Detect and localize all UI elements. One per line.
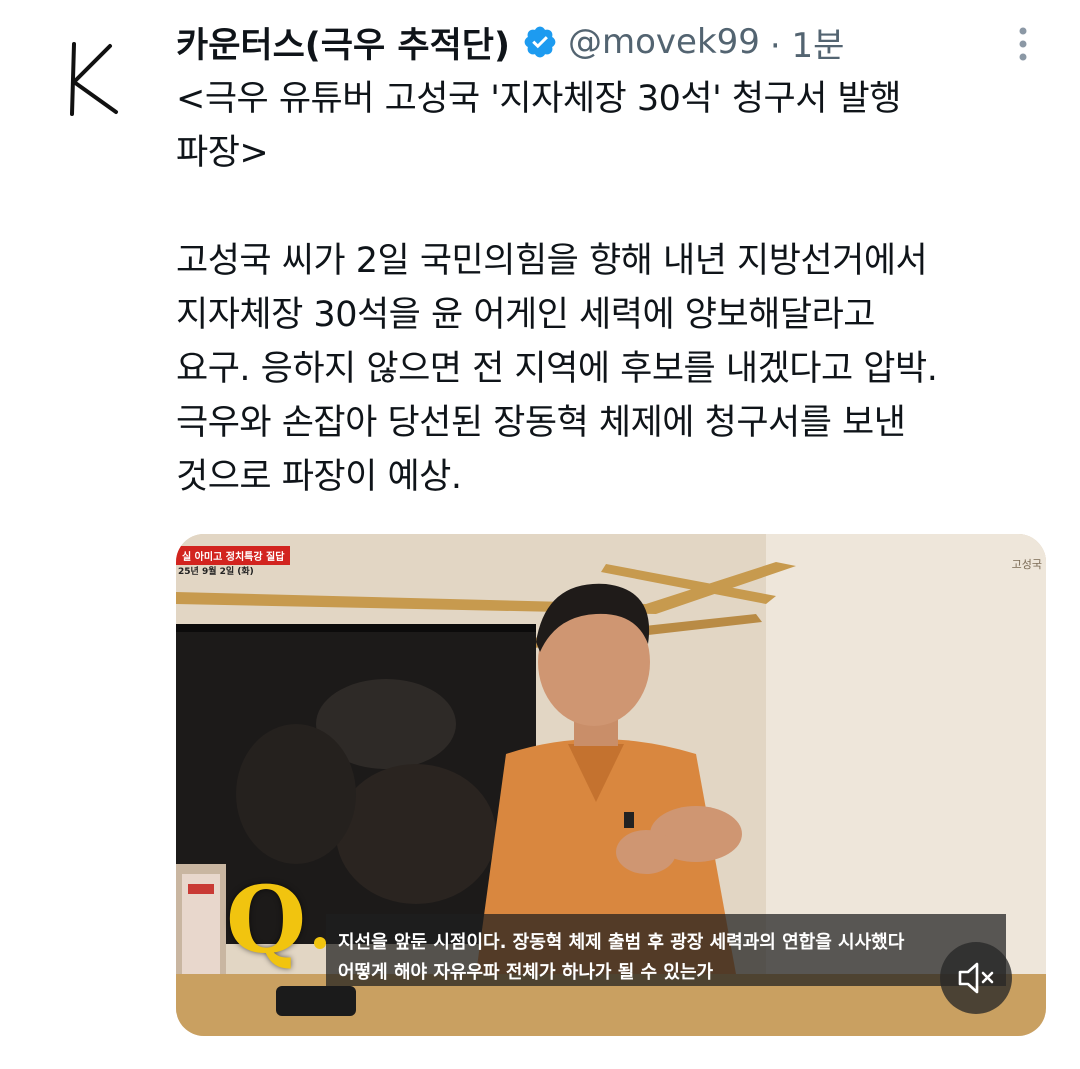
tweet-timestamp[interactable]: · 1분 [770,18,845,67]
avatar-k-logo [70,42,118,116]
question-mark-dot [314,937,326,949]
channel-watermark: 고성국 [1011,558,1042,571]
verified-badge-icon [522,24,558,60]
tweet-text-line: 요구. 응하지 않으면 전 지역에 후보를 내겠다고 압박. [176,349,938,389]
tweet-text-line: 것으로 파장이 예상. [176,457,462,497]
broadcast-date: 25년 9월 2일 (화) [178,567,254,577]
question-mark-logo: Q [226,866,307,974]
avatar[interactable] [52,28,142,128]
mute-toggle-button[interactable] [940,942,1012,1014]
tweet-text-line: 지자체장 30석을 윤 어게인 세력에 양보해달라고 [176,295,875,335]
tweet-text-line: <극우 유튜버 고성국 '지자체장 30석' 청구서 발행 [176,79,901,119]
author-handle[interactable]: @movek99 [568,22,760,62]
broadcast-tag: 실 아미고 정치특강 질답 [176,546,291,565]
video-subtitle-line: 어떻게 해야 자유우파 전체가 하나가 될 수 있는가 [338,962,714,983]
author-display-name[interactable]: 카운터스(극우 추적단) [176,17,510,68]
tweet[interactable]: 카운터스(극우 추적단) @movek99 · 1분 <극우 유튜버 고성국 '… [0,0,1080,1069]
tweet-text-line: 극우와 손잡아 당선된 장동혁 체제에 청구서를 보낸 [176,403,906,443]
video-subtitle-line: 지선을 앞둔 시점이다. 장동혁 체제 출범 후 광장 세력과의 연합을 시사했… [338,932,905,953]
more-vertical-icon[interactable] [1008,24,1038,64]
tweet-text-line: 파장> [176,133,269,173]
tweet-text: <극우 유튜버 고성국 '지자체장 30석' 청구서 발행 파장> 고성국 씨가… [176,72,1056,504]
speaker-muted-icon [958,962,994,994]
tweet-video[interactable]: 실 아미고 정치특강 질답 25년 9월 2일 (화) 고성국 Q 지선을 앞둔… [176,534,1046,1036]
tweet-header: 카운터스(극우 추적단) @movek99 · 1분 [176,14,844,70]
tweet-text-line: 고성국 씨가 2일 국민의힘을 향해 내년 지방선거에서 [176,241,928,281]
